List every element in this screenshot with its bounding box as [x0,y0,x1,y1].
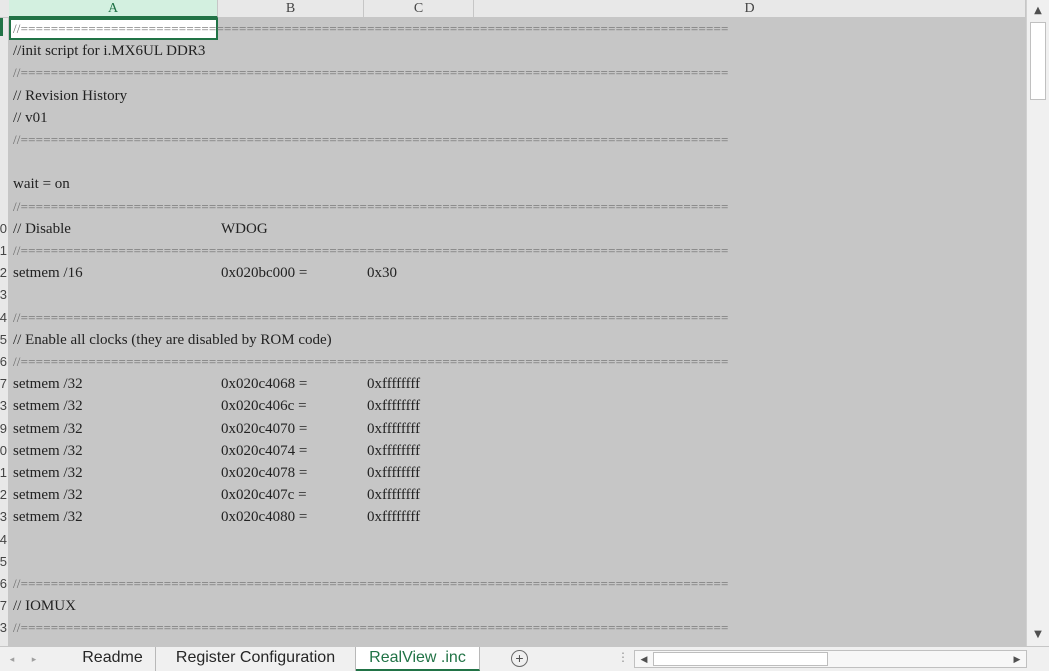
cell-a[interactable]: //======================================… [13,240,729,262]
cell-c[interactable]: 0xffffffff [367,395,420,417]
row-number[interactable]: 0 [0,440,7,462]
row-number[interactable]: 4 [0,529,7,551]
row-number[interactable]: 9 [0,418,7,440]
cell-a[interactable]: // IOMUX [13,595,76,617]
cell-a[interactable]: //======================================… [13,617,729,639]
cell-a[interactable]: // Revision History [13,85,127,107]
row-number[interactable] [0,151,7,173]
row-number[interactable]: 4 [0,307,7,329]
scroll-right-icon[interactable]: ▶ [1009,651,1025,667]
tab-readme[interactable]: Readme [70,647,156,671]
row-number[interactable]: 5 [0,551,7,573]
tab-realview-inc[interactable]: RealView .inc [356,647,480,671]
cell-c[interactable]: 0xffffffff [367,440,420,462]
cell-c[interactable]: 0xffffffff [367,373,420,395]
row-number[interactable]: 5 [0,329,7,351]
vertical-scroll-thumb[interactable] [1030,22,1046,100]
cell-b[interactable]: 0x020c4068 = [221,373,307,395]
cell-c[interactable]: 0xffffffff [367,418,420,440]
tab-register-configuration[interactable]: Register Configuration [156,647,356,671]
cell-b[interactable]: 0x020c4078 = [221,462,307,484]
row-number[interactable] [0,107,7,129]
row-number[interactable]: 3 [0,506,7,528]
scroll-left-icon[interactable]: ◀ [636,651,652,667]
cell-a[interactable]: //======================================… [13,573,729,595]
horizontal-scrollbar[interactable]: ◀ ▶ [634,650,1027,668]
row-number[interactable]: 7 [0,373,7,395]
cell-b[interactable]: WDOG [221,218,268,240]
row-number[interactable] [0,173,7,195]
row-number[interactable]: 6 [0,573,7,595]
row-header-bar: 0123456739012345673 [0,18,9,646]
cell-a[interactable]: setmem /16 [13,262,83,284]
cell-a[interactable]: //======================================… [13,18,729,40]
cell-b[interactable]: 0x020c4070 = [221,418,307,440]
horizontal-scroll-thumb[interactable] [653,652,828,666]
row-number[interactable] [0,85,7,107]
row-number[interactable] [0,129,7,151]
cell-a[interactable]: //======================================… [13,62,729,84]
more-icon[interactable]: ⋮ [617,650,629,664]
cell-a[interactable]: wait = on [13,173,70,195]
row-number[interactable]: 2 [0,484,7,506]
row-number[interactable] [0,196,7,218]
column-header-bar: A B C D [0,0,1026,18]
cell-b[interactable]: 0x020c4074 = [221,440,307,462]
row-number[interactable]: 7 [0,595,7,617]
cell-a[interactable]: //======================================… [13,351,729,373]
row-number[interactable] [0,40,7,62]
vertical-scrollbar[interactable]: ▲ ▼ [1026,0,1049,646]
row-number[interactable]: 2 [0,262,7,284]
cell-b[interactable]: 0x020c407c = [221,484,307,506]
cell-a[interactable]: setmem /32 [13,373,83,395]
column-header-c[interactable]: C [364,0,474,18]
active-row-marker [0,18,3,36]
column-header-a[interactable]: A [9,0,218,18]
cell-b[interactable]: 0x020c406c = [221,395,307,417]
cell-a[interactable]: setmem /32 [13,418,83,440]
row-number[interactable]: 6 [0,351,7,373]
cell-c[interactable]: 0x30 [367,262,397,284]
row-number[interactable]: 3 [0,284,7,306]
first-sheet-icon[interactable]: ◂ [4,649,20,669]
cell-c[interactable]: 0xffffffff [367,484,420,506]
cell-a[interactable]: // v01 [13,107,48,129]
row-number[interactable]: 3 [0,395,7,417]
row-number[interactable]: 1 [0,462,7,484]
cell-a[interactable]: setmem /32 [13,484,83,506]
cell-a[interactable]: setmem /32 [13,395,83,417]
cell-c[interactable]: 0xffffffff [367,506,420,528]
cell-a[interactable]: setmem /32 [13,506,83,528]
cell-b[interactable]: 0x020c4080 = [221,506,307,528]
add-sheet-icon[interactable]: + [511,650,528,667]
cell-c[interactable]: 0xffffffff [367,462,420,484]
cell-a[interactable]: setmem /32 [13,440,83,462]
last-sheet-icon[interactable]: ▸ [26,649,42,669]
cell-a[interactable]: //======================================… [13,196,729,218]
cell-a[interactable]: setmem /32 [13,462,83,484]
scroll-down-icon[interactable]: ▼ [1029,626,1047,644]
cell-b[interactable]: 0x020bc000 = [221,262,307,284]
row-number[interactable]: 1 [0,240,7,262]
scroll-up-icon[interactable]: ▲ [1029,2,1047,20]
sheet-tab-bar: ◂ ▸ Readme Register Configuration RealVi… [0,646,1049,671]
cell-a[interactable]: //======================================… [13,129,729,151]
row-number[interactable] [0,62,7,84]
sheet-grid[interactable]: //======================================… [9,18,1026,646]
column-header-d[interactable]: D [474,0,1026,18]
cell-a[interactable]: // Enable all clocks (they are disabled … [13,329,332,351]
cell-a[interactable]: //init script for i.MX6UL DDR3 [13,40,205,62]
cell-a[interactable]: //======================================… [13,307,729,329]
cell-a[interactable]: // Disable [13,218,71,240]
column-header-b[interactable]: B [218,0,364,18]
row-number[interactable]: 3 [0,617,7,639]
row-number[interactable]: 0 [0,218,7,240]
